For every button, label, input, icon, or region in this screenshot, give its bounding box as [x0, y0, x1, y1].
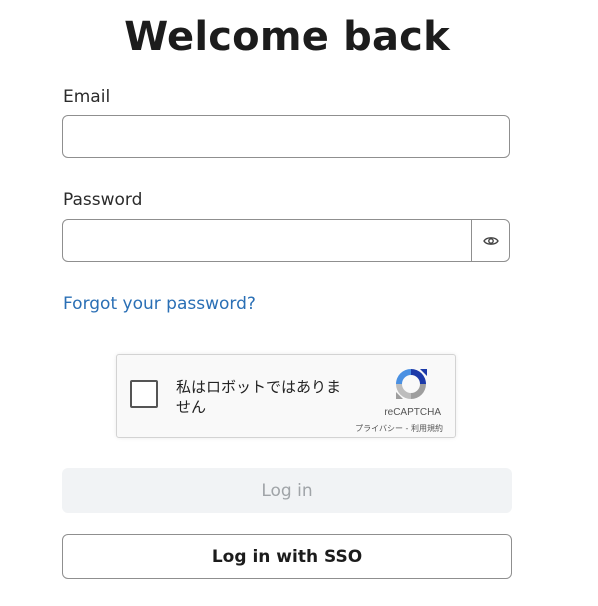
recaptcha-privacy-link[interactable]: プライバシー	[355, 424, 403, 433]
recaptcha-checkbox-label: 私はロボットではありません	[176, 378, 342, 416]
password-field-box	[62, 219, 510, 262]
recaptcha-widget: 私はロボットではありません reCAPTCHA プライバシー - 利用規約	[116, 354, 456, 438]
email-label: Email	[63, 87, 111, 107]
recaptcha-brand: reCAPTCHA	[384, 407, 441, 418]
recaptcha-checkbox[interactable]	[130, 380, 158, 408]
password-field[interactable]	[63, 220, 471, 261]
recaptcha-links: プライバシー - 利用規約	[355, 423, 443, 434]
page-title: Welcome back	[124, 14, 450, 60]
recaptcha-link-separator: -	[403, 424, 411, 433]
show-password-button[interactable]	[471, 220, 509, 261]
password-label: Password	[63, 190, 143, 210]
sso-login-button[interactable]: Log in with SSO	[62, 534, 512, 579]
forgot-password-link[interactable]: Forgot your password?	[63, 294, 256, 314]
recaptcha-logo-icon	[396, 369, 427, 399]
email-field-box	[62, 115, 510, 158]
email-field[interactable]	[63, 116, 509, 157]
recaptcha-terms-link[interactable]: 利用規約	[411, 424, 443, 433]
eye-icon	[482, 236, 499, 245]
login-button[interactable]: Log in	[62, 468, 512, 513]
